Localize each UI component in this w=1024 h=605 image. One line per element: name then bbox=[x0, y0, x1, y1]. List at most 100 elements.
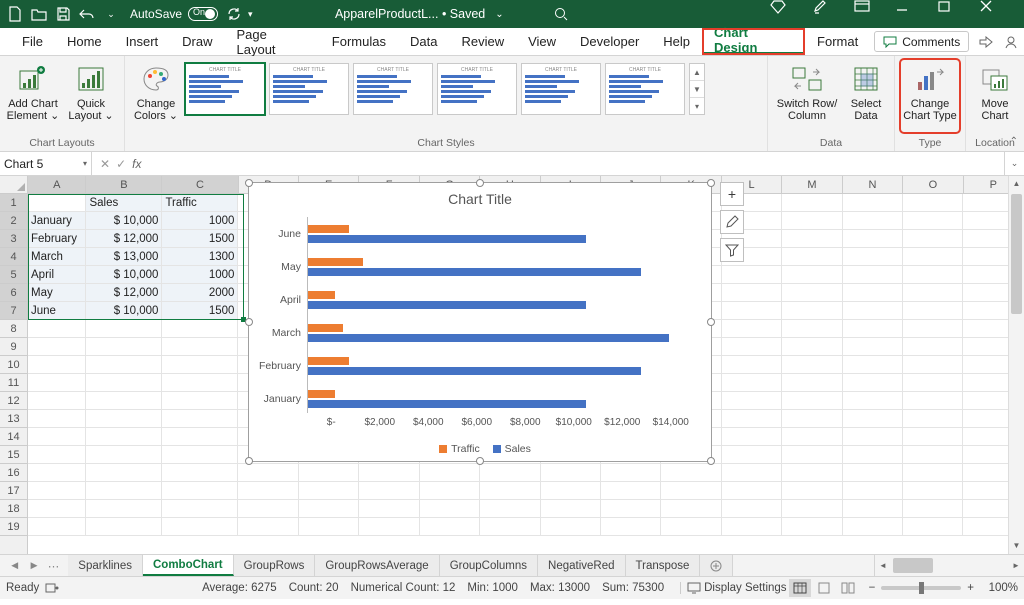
row-header[interactable]: 17 bbox=[0, 482, 27, 500]
cell[interactable] bbox=[782, 482, 842, 500]
cell[interactable]: $ 10,000 bbox=[86, 212, 162, 230]
resize-handle[interactable] bbox=[707, 318, 715, 326]
chart-bar-sales[interactable] bbox=[307, 235, 586, 243]
cell[interactable] bbox=[359, 500, 419, 518]
cell[interactable] bbox=[782, 392, 842, 410]
display-settings-button[interactable]: Display Settings bbox=[680, 582, 786, 594]
col-header[interactable]: M bbox=[782, 176, 842, 193]
cell[interactable] bbox=[420, 464, 480, 482]
cell[interactable] bbox=[782, 212, 842, 230]
maximize-icon[interactable] bbox=[938, 0, 978, 28]
scroll-right-icon[interactable]: ► bbox=[1008, 555, 1024, 576]
cell[interactable] bbox=[28, 482, 86, 500]
cell[interactable] bbox=[162, 518, 238, 536]
vertical-scrollbar[interactable]: ▲ ▼ bbox=[1008, 176, 1024, 554]
cell[interactable] bbox=[299, 500, 359, 518]
share-icon[interactable] bbox=[973, 28, 998, 55]
cell[interactable]: $ 12,000 bbox=[86, 230, 162, 248]
row-header[interactable]: 16 bbox=[0, 464, 27, 482]
cell[interactable] bbox=[299, 464, 359, 482]
cell[interactable] bbox=[86, 464, 162, 482]
cell[interactable] bbox=[28, 428, 86, 446]
sheet-more-icon[interactable]: ⋯ bbox=[45, 559, 63, 573]
cell[interactable] bbox=[903, 374, 963, 392]
account-icon[interactable] bbox=[999, 28, 1024, 55]
chart-plot-area[interactable]: JuneMayAprilMarchFebruaryJanuary bbox=[307, 217, 695, 413]
cancel-formula-icon[interactable]: ✕ bbox=[100, 157, 110, 171]
spreadsheet-grid[interactable]: ABCDEFGHIJKLMNOP 12345678910111213141516… bbox=[0, 176, 1024, 554]
cell[interactable] bbox=[903, 302, 963, 320]
row-header[interactable]: 10 bbox=[0, 356, 27, 374]
zoom-out-button[interactable]: − bbox=[869, 582, 876, 594]
cell[interactable] bbox=[28, 410, 86, 428]
sheet-tab[interactable]: GroupRows bbox=[234, 555, 316, 576]
scrollbar-thumb[interactable] bbox=[1011, 194, 1022, 314]
cell[interactable] bbox=[903, 482, 963, 500]
cell[interactable] bbox=[903, 392, 963, 410]
cell[interactable]: 2000 bbox=[162, 284, 238, 302]
row-header[interactable]: 9 bbox=[0, 338, 27, 356]
cell[interactable]: 1000 bbox=[162, 212, 238, 230]
tab-file[interactable]: File bbox=[10, 28, 55, 55]
cell[interactable] bbox=[843, 248, 903, 266]
minimize-icon[interactable] bbox=[896, 0, 936, 28]
cell[interactable] bbox=[541, 518, 601, 536]
chart-bar-sales[interactable] bbox=[307, 334, 669, 342]
row-header[interactable]: 7 bbox=[0, 302, 27, 320]
change-chart-type-button[interactable]: Change Chart Type bbox=[901, 60, 959, 132]
row-header[interactable]: 8 bbox=[0, 320, 27, 338]
chart-style-thumb[interactable]: CHART TITLE bbox=[437, 63, 517, 115]
cell[interactable] bbox=[782, 464, 842, 482]
chart-legend[interactable]: Traffic Sales bbox=[249, 443, 711, 455]
col-header[interactable]: B bbox=[86, 176, 162, 193]
chart-elements-button[interactable]: + bbox=[720, 182, 744, 206]
row-header[interactable]: 1 bbox=[0, 194, 27, 212]
cell[interactable] bbox=[782, 446, 842, 464]
cell[interactable] bbox=[782, 266, 842, 284]
chart-style-thumb[interactable]: CHART TITLE bbox=[185, 63, 265, 115]
chart-style-thumb[interactable]: CHART TITLE bbox=[605, 63, 685, 115]
cell[interactable] bbox=[843, 320, 903, 338]
cell[interactable] bbox=[782, 356, 842, 374]
cell[interactable] bbox=[903, 428, 963, 446]
zoom-in-button[interactable]: + bbox=[967, 582, 974, 594]
open-file-icon[interactable] bbox=[28, 3, 50, 25]
tab-format[interactable]: Format bbox=[805, 28, 870, 55]
cell[interactable] bbox=[722, 338, 782, 356]
sheet-tabs[interactable]: SparklinesComboChartGroupRowsGroupRowsAv… bbox=[68, 555, 733, 576]
sheet-tab[interactable]: NegativeRed bbox=[538, 555, 625, 576]
chart-filters-button[interactable] bbox=[720, 238, 744, 262]
col-header[interactable]: N bbox=[843, 176, 903, 193]
tab-review[interactable]: Review bbox=[449, 28, 516, 55]
quick-layout-button[interactable]: Quick Layout ⌄ bbox=[64, 60, 118, 132]
cell[interactable] bbox=[722, 302, 782, 320]
cell[interactable] bbox=[782, 230, 842, 248]
cell[interactable] bbox=[722, 284, 782, 302]
cell[interactable] bbox=[782, 320, 842, 338]
sheet-nav[interactable]: ◄ ► ⋯ bbox=[0, 555, 68, 576]
toggle-switch-icon[interactable]: On bbox=[188, 7, 218, 21]
row-header[interactable]: 2 bbox=[0, 212, 27, 230]
col-header[interactable]: A bbox=[28, 176, 86, 193]
cell[interactable] bbox=[843, 284, 903, 302]
cell[interactable] bbox=[162, 374, 238, 392]
cell[interactable] bbox=[843, 500, 903, 518]
resize-handle[interactable] bbox=[245, 457, 253, 465]
view-page-layout-icon[interactable] bbox=[813, 579, 835, 597]
cell[interactable] bbox=[722, 374, 782, 392]
cell[interactable] bbox=[782, 428, 842, 446]
view-page-break-icon[interactable] bbox=[837, 579, 859, 597]
cell[interactable]: February bbox=[28, 230, 86, 248]
cell[interactable]: May bbox=[28, 284, 86, 302]
cell[interactable] bbox=[162, 320, 238, 338]
row-header[interactable]: 4 bbox=[0, 248, 27, 266]
cell[interactable]: $ 12,000 bbox=[86, 284, 162, 302]
cell[interactable] bbox=[541, 464, 601, 482]
chart-bar-traffic[interactable] bbox=[307, 324, 343, 332]
cell[interactable] bbox=[601, 464, 661, 482]
autosave-toggle[interactable]: AutoSave On bbox=[130, 7, 218, 21]
resize-handle[interactable] bbox=[245, 179, 253, 187]
cell[interactable] bbox=[782, 338, 842, 356]
cell[interactable] bbox=[843, 212, 903, 230]
cell[interactable] bbox=[28, 194, 86, 212]
